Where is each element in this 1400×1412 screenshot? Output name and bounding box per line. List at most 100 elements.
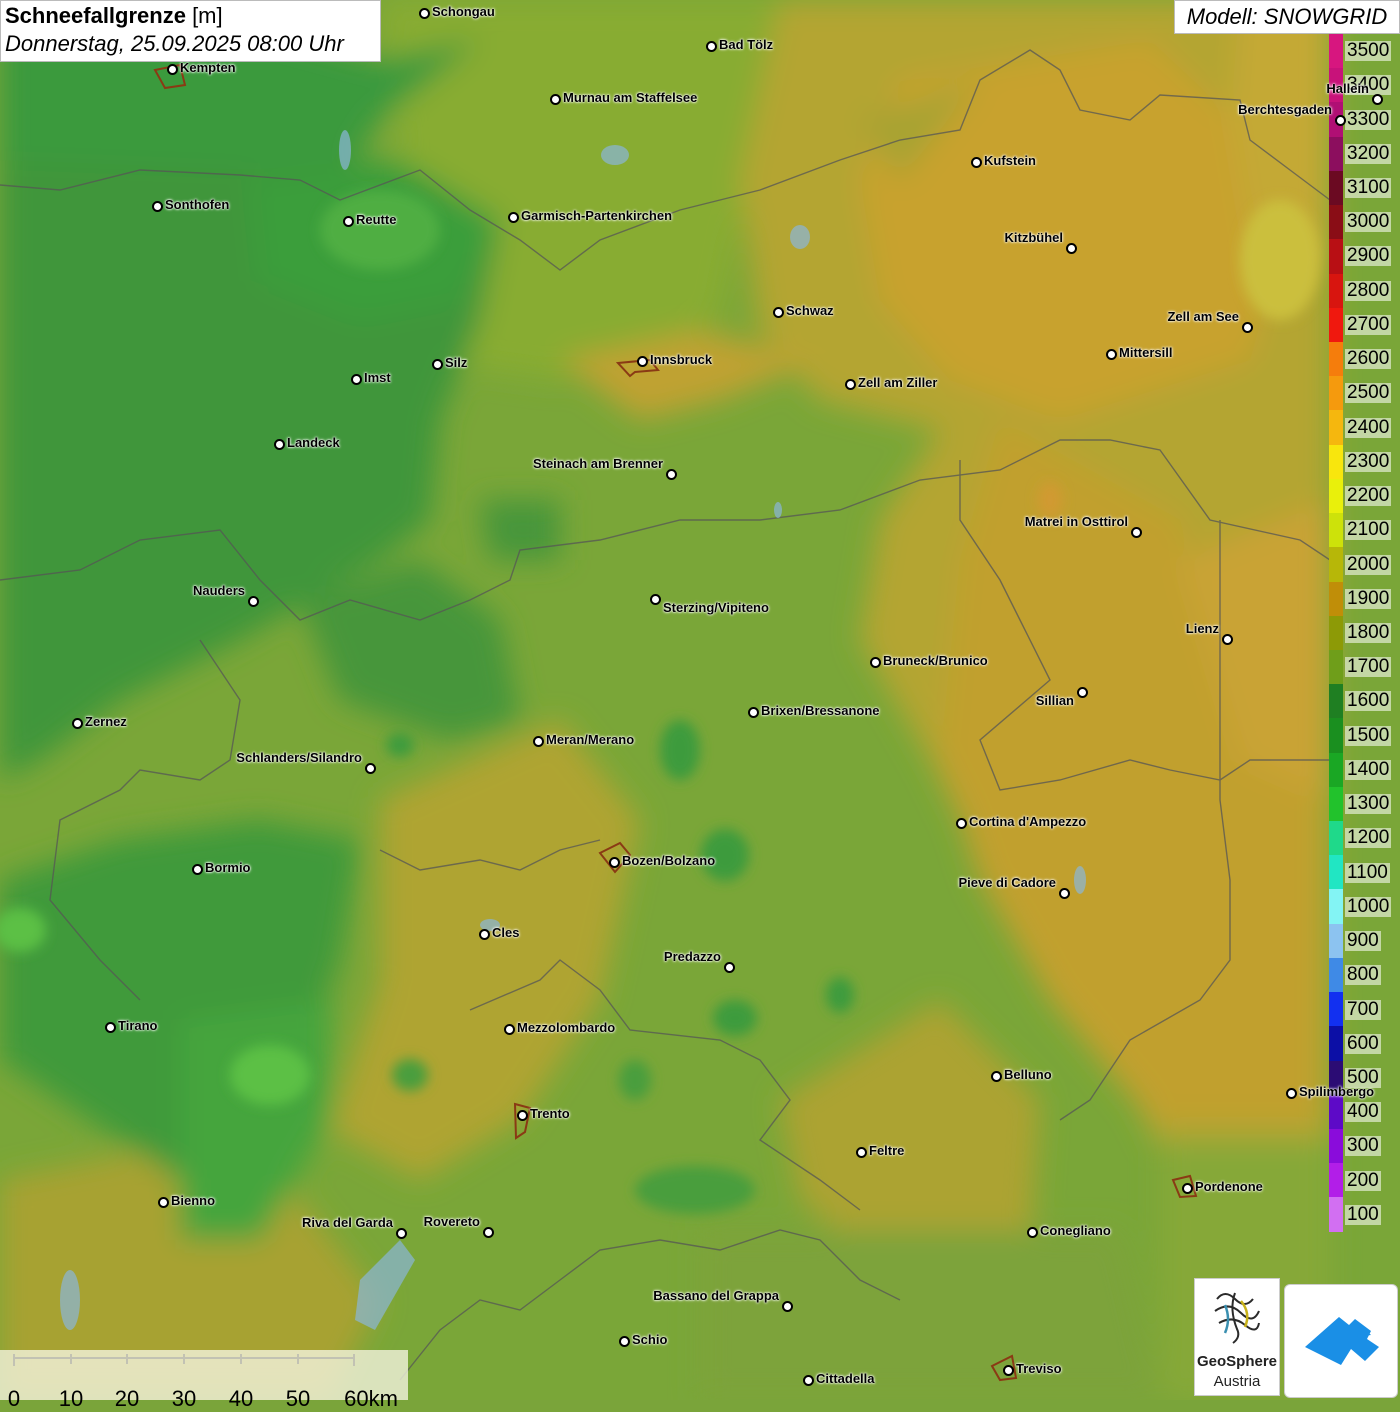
city-label[interactable]: Mezzolombardo — [517, 1020, 615, 1035]
city-label[interactable]: Garmisch-Partenkirchen — [521, 208, 672, 223]
city-label[interactable]: Schwaz — [786, 303, 834, 318]
city-marker[interactable] — [152, 201, 163, 212]
city-marker[interactable] — [533, 736, 544, 747]
city-label[interactable]: Spilimbergo — [1299, 1084, 1374, 1099]
city-marker[interactable] — [1242, 322, 1253, 333]
city-marker[interactable] — [1106, 349, 1117, 360]
city-label[interactable]: Murnau am Staffelsee — [563, 90, 697, 105]
city-marker[interactable] — [956, 818, 967, 829]
city-label[interactable]: Sterzing/Vipiteno — [663, 600, 769, 615]
city-marker[interactable] — [1335, 115, 1346, 126]
city-label[interactable]: Berchtesgaden — [1238, 102, 1332, 117]
city-label[interactable]: Mittersill — [1119, 345, 1172, 360]
city-label[interactable]: Kempten — [180, 60, 236, 75]
city-marker[interactable] — [1372, 94, 1383, 105]
city-label[interactable]: Schongau — [432, 4, 495, 19]
city-marker[interactable] — [105, 1022, 116, 1033]
city-label[interactable]: Hallein — [1326, 81, 1369, 96]
city-marker[interactable] — [192, 864, 203, 875]
city-marker[interactable] — [158, 1197, 169, 1208]
city-marker[interactable] — [666, 469, 677, 480]
city-label[interactable]: Predazzo — [664, 949, 721, 964]
city-marker[interactable] — [419, 8, 430, 19]
city-label[interactable]: Bad Tölz — [719, 37, 773, 52]
city-label[interactable]: Zell am Ziller — [858, 375, 937, 390]
city-label[interactable]: Cles — [492, 925, 519, 940]
city-label[interactable]: Matrei in Osttirol — [1025, 514, 1128, 529]
city-label[interactable]: Bozen/Bolzano — [622, 853, 715, 868]
city-marker[interactable] — [167, 64, 178, 75]
city-label[interactable]: Bassano del Grappa — [653, 1288, 779, 1303]
city-label[interactable]: Pieve di Cadore — [958, 875, 1056, 890]
city-label[interactable]: Feltre — [869, 1143, 904, 1158]
city-marker[interactable] — [748, 707, 759, 718]
city-marker[interactable] — [782, 1301, 793, 1312]
city-marker[interactable] — [650, 594, 661, 605]
city-label[interactable]: Nauders — [193, 583, 245, 598]
city-label[interactable]: Bormio — [205, 860, 251, 875]
city-label[interactable]: Steinach am Brenner — [533, 456, 663, 471]
city-marker[interactable] — [517, 1110, 528, 1121]
app-logo[interactable] — [1284, 1284, 1398, 1398]
city-marker[interactable] — [508, 212, 519, 223]
city-marker[interactable] — [856, 1147, 867, 1158]
city-marker[interactable] — [971, 157, 982, 168]
city-label[interactable]: Schlanders/Silandro — [236, 750, 362, 765]
city-marker[interactable] — [72, 718, 83, 729]
city-marker[interactable] — [803, 1375, 814, 1386]
city-label[interactable]: Treviso — [1016, 1361, 1062, 1376]
city-marker[interactable] — [550, 94, 561, 105]
city-marker[interactable] — [274, 439, 285, 450]
city-marker[interactable] — [1059, 888, 1070, 899]
city-marker[interactable] — [1286, 1088, 1297, 1099]
city-marker[interactable] — [1027, 1227, 1038, 1238]
city-marker[interactable] — [1222, 634, 1233, 645]
city-label[interactable]: Trento — [530, 1106, 570, 1121]
city-marker[interactable] — [1131, 527, 1142, 538]
city-label[interactable]: Innsbruck — [650, 352, 712, 367]
city-marker[interactable] — [1077, 687, 1088, 698]
city-marker[interactable] — [343, 216, 354, 227]
city-label[interactable]: Meran/Merano — [546, 732, 634, 747]
city-label[interactable]: Silz — [445, 355, 467, 370]
city-marker[interactable] — [1182, 1183, 1193, 1194]
city-label[interactable]: Imst — [364, 370, 391, 385]
city-marker[interactable] — [845, 379, 856, 390]
city-label[interactable]: Cortina d'Ampezzo — [969, 814, 1086, 829]
city-label[interactable]: Landeck — [287, 435, 340, 450]
city-marker[interactable] — [773, 307, 784, 318]
city-marker[interactable] — [706, 41, 717, 52]
city-label[interactable]: Kufstein — [984, 153, 1036, 168]
city-marker[interactable] — [483, 1227, 494, 1238]
city-label[interactable]: Cittadella — [816, 1371, 875, 1386]
city-label[interactable]: Riva del Garda — [302, 1215, 393, 1230]
city-label[interactable]: Lienz — [1186, 621, 1219, 636]
geosphere-austria-logo[interactable]: GeoSphere Austria — [1194, 1278, 1280, 1396]
city-marker[interactable] — [991, 1071, 1002, 1082]
city-label[interactable]: Sonthofen — [165, 197, 229, 212]
city-label[interactable]: Rovereto — [424, 1214, 480, 1229]
city-marker[interactable] — [637, 356, 648, 367]
city-label[interactable]: Pordenone — [1195, 1179, 1263, 1194]
city-marker[interactable] — [479, 929, 490, 940]
city-marker[interactable] — [1066, 243, 1077, 254]
city-marker[interactable] — [432, 359, 443, 370]
city-label[interactable]: Zernez — [85, 714, 127, 729]
city-marker[interactable] — [724, 962, 735, 973]
city-marker[interactable] — [504, 1024, 515, 1035]
city-label[interactable]: Zell am See — [1167, 309, 1239, 324]
city-marker[interactable] — [1003, 1365, 1014, 1376]
city-marker[interactable] — [619, 1336, 630, 1347]
city-marker[interactable] — [351, 374, 362, 385]
city-label[interactable]: Bienno — [171, 1193, 215, 1208]
city-label[interactable]: Conegliano — [1040, 1223, 1111, 1238]
city-label[interactable]: Schio — [632, 1332, 667, 1347]
city-marker[interactable] — [870, 657, 881, 668]
city-label[interactable]: Bruneck/Brunico — [883, 653, 988, 668]
city-label[interactable]: Belluno — [1004, 1067, 1052, 1082]
city-marker[interactable] — [396, 1228, 407, 1239]
city-marker[interactable] — [609, 857, 620, 868]
city-label[interactable]: Kitzbühel — [1005, 230, 1064, 245]
city-label[interactable]: Tirano — [118, 1018, 158, 1033]
city-marker[interactable] — [248, 596, 259, 607]
